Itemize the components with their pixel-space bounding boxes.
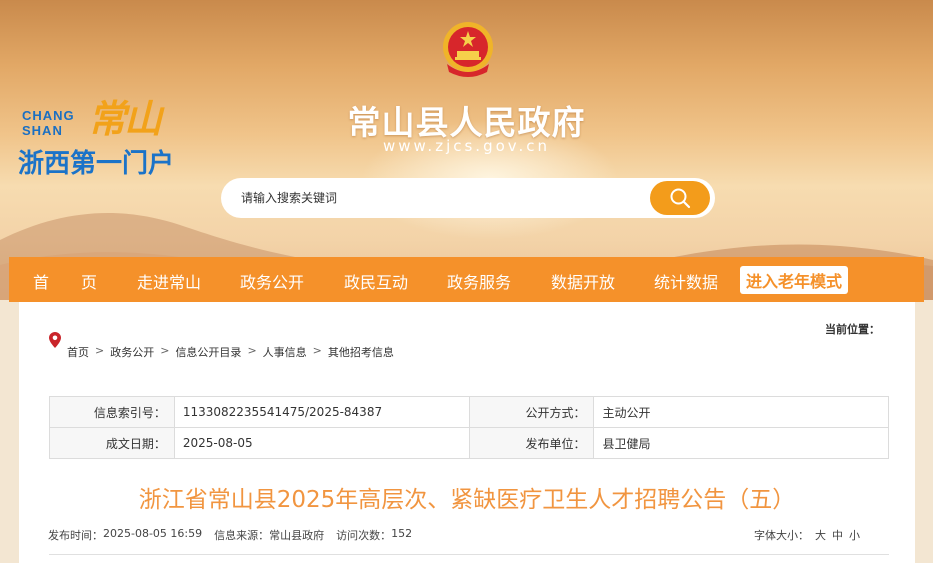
font-size-small-button[interactable]: 小 bbox=[849, 527, 860, 543]
site-header: 常山县人民政府 www.zjcs.gov.cn CHANG SHAN 常山 浙西… bbox=[0, 0, 933, 300]
nav-services[interactable]: 政务服务 bbox=[447, 269, 511, 293]
unit-label: 发布单位： bbox=[468, 427, 595, 459]
font-size-large-button[interactable]: 大 bbox=[815, 527, 826, 543]
county-logo[interactable]: CHANG SHAN 常山 浙西第一门户 bbox=[18, 88, 198, 183]
info-table: 信息索引号： 1133082235541475/2025-84387 公开方式：… bbox=[49, 396, 889, 459]
method-label: 公开方式： bbox=[468, 396, 595, 428]
breadcrumb-catalog[interactable]: 信息公开目录 bbox=[175, 344, 241, 360]
publish-label: 发布时间： bbox=[48, 529, 103, 542]
breadcrumb-separator: > bbox=[312, 344, 322, 357]
breadcrumb-gov-affairs[interactable]: 政务公开 bbox=[110, 344, 154, 360]
method-value: 主动公开 bbox=[593, 396, 889, 428]
nav-statistics[interactable]: 统计数据 bbox=[654, 269, 718, 293]
nav-home[interactable]: 首 页 bbox=[33, 269, 97, 293]
date-label: 成文日期： bbox=[49, 427, 175, 459]
content-panel: 当前位置： 首页 > 政务公开 > 信息公开目录 > 人事信息 > 其他招考信息… bbox=[19, 302, 915, 563]
article-meta: 发布时间： 2025-08-05 16:59 信息来源： 常山县政府 访问次数：… bbox=[48, 527, 412, 543]
national-emblem-icon bbox=[443, 22, 493, 77]
site-url: www.zjcs.gov.cn bbox=[383, 137, 550, 155]
breadcrumb-separator: > bbox=[95, 344, 105, 357]
table-row: 成文日期： 2025-08-05 发布单位： 县卫健局 bbox=[49, 427, 889, 459]
source-label: 信息来源： bbox=[214, 529, 270, 542]
elder-mode-button[interactable]: 进入老年模式 bbox=[740, 266, 849, 294]
visits-value: 152 bbox=[391, 527, 413, 540]
main-nav: 首 页 走进常山 政务公开 政民互动 政务服务 数据开放 统计数据 进入老年模式 bbox=[9, 257, 924, 302]
breadcrumb-separator: > bbox=[247, 344, 257, 357]
logo-english-line2: SHAN bbox=[22, 123, 63, 138]
publish-value: 2025-08-05 16:59 bbox=[103, 527, 203, 540]
nav-about[interactable]: 走进常山 bbox=[137, 269, 201, 293]
index-value: 1133082235541475/2025-84387 bbox=[173, 396, 470, 428]
unit-value: 县卫健局 bbox=[593, 427, 889, 459]
breadcrumb: 首页 > 政务公开 > 信息公开目录 > 人事信息 > 其他招考信息 bbox=[67, 344, 394, 360]
font-size-label: 字体大小： bbox=[754, 529, 809, 542]
logo-chinese: 常山 bbox=[88, 96, 162, 141]
table-row: 信息索引号： 1133082235541475/2025-84387 公开方式：… bbox=[49, 396, 889, 428]
search-bar bbox=[221, 178, 715, 218]
logo-english: CHANG SHAN bbox=[22, 108, 75, 138]
logo-slogan: 浙西第一门户 bbox=[18, 149, 175, 179]
date-value: 2025-08-05 bbox=[173, 427, 470, 459]
search-icon bbox=[670, 188, 691, 209]
search-input[interactable] bbox=[241, 178, 641, 218]
nav-interaction[interactable]: 政民互动 bbox=[344, 269, 408, 293]
visits-label: 访问次数： bbox=[336, 529, 392, 542]
nav-open-data[interactable]: 数据开放 bbox=[551, 269, 615, 293]
font-size-control: 字体大小： 大 中 小 bbox=[754, 527, 860, 543]
search-button[interactable] bbox=[650, 181, 710, 215]
breadcrumb-other-recruitment[interactable]: 其他招考信息 bbox=[328, 344, 394, 360]
article-title: 浙江省常山县2025年高层次、紧缺医疗卫生人才招聘公告（五） bbox=[138, 487, 796, 513]
source-value: 常山县政府 bbox=[269, 529, 325, 542]
divider bbox=[49, 554, 889, 555]
current-position-label: 当前位置： bbox=[825, 323, 880, 336]
logo-english-line1: CHANG bbox=[22, 108, 75, 123]
nav-gov-affairs[interactable]: 政务公开 bbox=[240, 269, 304, 293]
breadcrumb-personnel[interactable]: 人事信息 bbox=[263, 344, 307, 360]
location-pin-icon bbox=[49, 332, 61, 348]
breadcrumb-separator: > bbox=[160, 344, 170, 357]
index-label: 信息索引号： bbox=[49, 396, 175, 428]
breadcrumb-home[interactable]: 首页 bbox=[67, 344, 89, 360]
font-size-medium-button[interactable]: 中 bbox=[832, 527, 843, 543]
